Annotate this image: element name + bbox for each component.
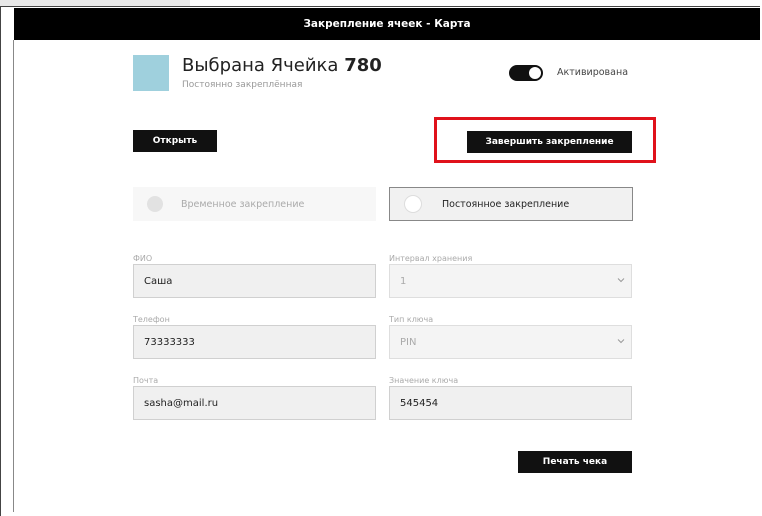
name-field[interactable]: Саша [133, 264, 376, 298]
page-title: Закрепление ячеек - Карта [303, 18, 471, 30]
activation-toggle-label: Активирована [557, 67, 629, 78]
print-receipt-button[interactable]: Печать чека [518, 451, 632, 473]
window-frame [0, 6, 760, 516]
option-temporary-pinning[interactable]: Временное закрепление [133, 187, 376, 221]
chevron-down-icon [617, 278, 625, 283]
key-value-field[interactable]: 545454 [389, 386, 632, 420]
key-type-select[interactable]: PIN [389, 325, 632, 359]
phone-label: Телефон [133, 315, 170, 324]
page-header: Закрепление ячеек - Карта [14, 8, 760, 40]
email-field[interactable]: sasha@mail.ru [133, 386, 376, 420]
interval-value: 1 [400, 275, 407, 287]
cell-color-swatch [133, 55, 169, 91]
radio-icon [147, 196, 163, 212]
name-value: Саша [144, 275, 173, 287]
key-value-value: 545454 [400, 397, 439, 409]
toggle-knob [529, 67, 541, 79]
name-label: ФИО [133, 254, 153, 263]
option-temporary-label: Временное закрепление [181, 198, 305, 210]
phone-value: 73333333 [144, 336, 195, 348]
key-type-label: Тип ключа [389, 315, 434, 324]
key-value-label: Значение ключа [389, 376, 459, 385]
chevron-down-icon [617, 339, 625, 344]
key-type-value: PIN [400, 336, 417, 348]
option-permanent-label: Постоянное закрепление [442, 198, 570, 210]
interval-select[interactable]: 1 [389, 264, 632, 298]
interval-label: Интервал хранения [389, 254, 473, 263]
cell-title-prefix: Выбрана Ячейка [182, 55, 339, 76]
open-button[interactable]: Открыть [133, 130, 217, 152]
email-label: Почта [133, 376, 159, 385]
cell-subtitle: Постоянно закреплённая [182, 80, 303, 90]
highlight-box [434, 117, 656, 163]
cell-number: 780 [344, 55, 382, 76]
activation-toggle[interactable] [509, 65, 543, 81]
cell-title: Выбрана Ячейка 780 [182, 55, 382, 76]
radio-icon [404, 195, 422, 213]
phone-field[interactable]: 73333333 [133, 325, 376, 359]
email-value: sasha@mail.ru [144, 397, 219, 409]
frame-divider [13, 40, 14, 512]
option-permanent-pinning[interactable]: Постоянное закрепление [389, 187, 633, 221]
